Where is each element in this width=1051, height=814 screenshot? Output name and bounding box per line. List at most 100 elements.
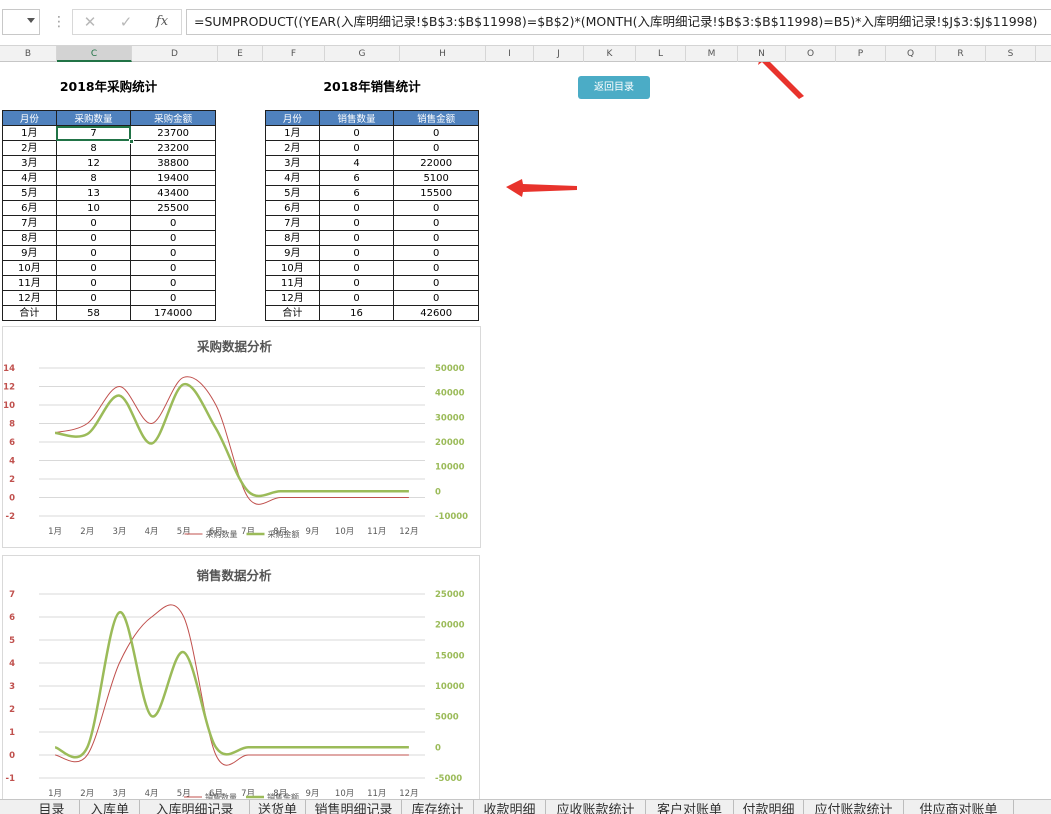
column-header-K[interactable]: K [584, 46, 636, 62]
column-header-L[interactable]: L [636, 46, 686, 62]
table-cell[interactable]: 0 [318, 275, 395, 291]
column-header-S[interactable]: S [986, 46, 1036, 62]
table-cell[interactable]: 合计 [2, 305, 57, 321]
sheet-tab-8[interactable]: 客户对账单 [646, 800, 734, 814]
table-cell[interactable]: 16 [318, 305, 395, 321]
table-cell[interactable]: 13 [55, 185, 132, 201]
table-cell[interactable]: 6 [318, 185, 395, 201]
table-cell[interactable]: 0 [393, 200, 479, 216]
table-cell[interactable]: 0 [55, 260, 132, 276]
column-header-I[interactable]: I [486, 46, 534, 62]
purchase-header-0[interactable]: 月份 [2, 110, 57, 126]
table-cell[interactable]: 23700 [130, 125, 216, 141]
table-cell[interactable]: 0 [393, 140, 479, 156]
table-cell[interactable]: 0 [393, 275, 479, 291]
name-box[interactable] [2, 9, 40, 35]
table-cell[interactable]: 0 [130, 260, 216, 276]
table-cell[interactable]: 0 [318, 245, 395, 261]
table-cell[interactable]: 0 [55, 215, 132, 231]
column-header-B[interactable]: B [0, 46, 57, 62]
table-cell[interactable]: 12月 [265, 290, 320, 306]
table-cell[interactable]: 1月 [265, 125, 320, 141]
column-header-D[interactable]: D [132, 46, 218, 62]
formula-input[interactable]: =SUMPRODUCT((YEAR(入库明细记录!$B$3:$B$11998)=… [186, 9, 1051, 35]
column-header-M[interactable]: M [686, 46, 738, 62]
table-cell[interactable]: 4 [318, 155, 395, 171]
table-cell[interactable]: 0 [318, 230, 395, 246]
table-cell[interactable]: 174000 [130, 305, 216, 321]
function-icon[interactable]: fx [151, 12, 173, 32]
table-cell[interactable]: 7月 [2, 215, 57, 231]
table-cell[interactable]: 0 [130, 230, 216, 246]
chevron-down-icon[interactable] [27, 18, 35, 23]
table-cell[interactable]: 4月 [2, 170, 57, 186]
sheet-tab-1[interactable]: 入库单 [80, 800, 140, 814]
sheet-tab-5[interactable]: 库存统计 [402, 800, 474, 814]
table-cell[interactable]: 8 [55, 140, 132, 156]
sales-header-2[interactable]: 销售金额 [393, 110, 479, 126]
table-cell[interactable]: 0 [393, 215, 479, 231]
table-cell[interactable]: 6月 [2, 200, 57, 216]
table-cell[interactable]: 15500 [393, 185, 479, 201]
table-cell[interactable]: 3月 [265, 155, 320, 171]
column-header-J[interactable]: J [534, 46, 584, 62]
table-cell[interactable]: 合计 [265, 305, 320, 321]
table-cell[interactable]: 0 [130, 245, 216, 261]
sales-header-1[interactable]: 销售数量 [318, 110, 395, 126]
fill-handle[interactable] [129, 139, 135, 144]
column-header-G[interactable]: G [325, 46, 400, 62]
table-cell[interactable]: 4月 [265, 170, 320, 186]
table-cell[interactable]: 58 [55, 305, 132, 321]
table-cell[interactable]: 6月 [265, 200, 320, 216]
table-cell[interactable]: 0 [55, 245, 132, 261]
table-cell[interactable]: 12 [55, 155, 132, 171]
sheet-tab-10[interactable]: 应付账款统计 [804, 800, 904, 814]
purchase-header-1[interactable]: 采购数量 [55, 110, 132, 126]
table-cell[interactable]: 10月 [265, 260, 320, 276]
sheet-tab-9[interactable]: 付款明细 [734, 800, 804, 814]
table-cell[interactable]: 0 [55, 275, 132, 291]
column-header-C[interactable]: C [57, 46, 132, 62]
table-cell[interactable]: 0 [393, 230, 479, 246]
sheet-tab-4[interactable]: 销售明细记录 [306, 800, 402, 814]
sheet-tab-6[interactable]: 收款明细 [474, 800, 546, 814]
table-cell[interactable]: 9月 [2, 245, 57, 261]
table-cell[interactable]: 22000 [393, 155, 479, 171]
table-cell[interactable]: 0 [318, 200, 395, 216]
table-cell[interactable]: 23200 [130, 140, 216, 156]
sales-header-0[interactable]: 月份 [265, 110, 320, 126]
column-header-F[interactable]: F [263, 46, 325, 62]
sheet-tab-0[interactable]: 目录 [24, 800, 80, 814]
table-cell[interactable]: 0 [318, 125, 395, 141]
table-cell[interactable]: 0 [130, 275, 216, 291]
column-header-O[interactable]: O [786, 46, 836, 62]
table-cell[interactable]: 6 [318, 170, 395, 186]
table-cell[interactable]: 0 [318, 260, 395, 276]
table-cell[interactable]: 2月 [265, 140, 320, 156]
table-cell[interactable]: 8月 [2, 230, 57, 246]
table-cell[interactable]: 0 [393, 290, 479, 306]
table-cell[interactable]: 43400 [130, 185, 216, 201]
sheet-tab-2[interactable]: 入库明细记录 [140, 800, 250, 814]
table-cell[interactable]: 2月 [2, 140, 57, 156]
table-cell[interactable]: 0 [393, 260, 479, 276]
table-cell[interactable]: 25500 [130, 200, 216, 216]
table-cell[interactable]: 3月 [2, 155, 57, 171]
more-options-icon[interactable]: ⋮ [52, 12, 66, 32]
table-cell[interactable]: 8月 [265, 230, 320, 246]
table-cell[interactable]: 38800 [130, 155, 216, 171]
table-cell[interactable]: 0 [393, 125, 479, 141]
sheet-tab-7[interactable]: 应收账款统计 [546, 800, 646, 814]
column-header-N[interactable]: N [738, 46, 786, 62]
table-cell[interactable]: 1月 [2, 125, 57, 141]
column-header-Q[interactable]: Q [886, 46, 936, 62]
back-to-index-button[interactable]: 返回目录 [578, 76, 650, 99]
sheet-grid[interactable]: 2018年采购统计 月份 采购数量 采购金额 1月 7 23700 2月 8 23200 3月 1… [0, 62, 1051, 799]
table-cell[interactable]: 11月 [2, 275, 57, 291]
table-cell[interactable]: 19400 [130, 170, 216, 186]
table-cell[interactable]: 0 [318, 215, 395, 231]
active-cell[interactable]: 7 [55, 125, 135, 144]
column-header-P[interactable]: P [836, 46, 886, 62]
close-icon[interactable]: ✕ [79, 12, 101, 32]
table-cell[interactable]: 42600 [393, 305, 479, 321]
